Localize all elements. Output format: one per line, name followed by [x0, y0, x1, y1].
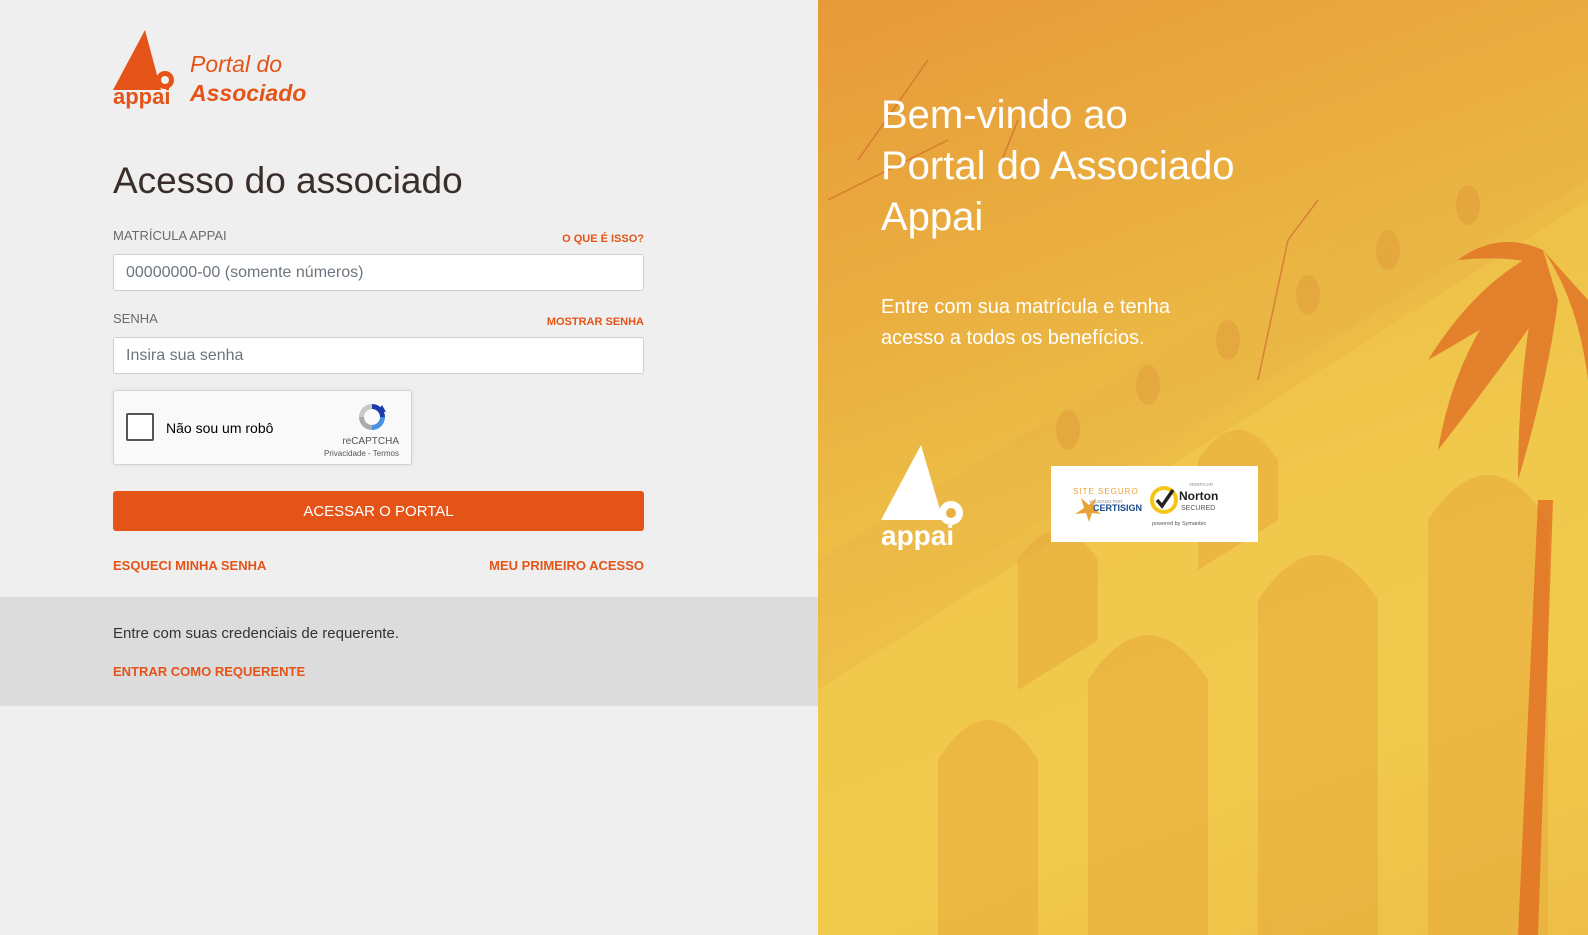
appai-triangle-icon: appai	[113, 30, 174, 109]
submit-button[interactable]: ACESSAR O PORTAL	[113, 491, 644, 531]
senha-label: SENHA	[113, 311, 158, 326]
seal-norton-top: VERIFICAR	[1189, 482, 1214, 487]
appai-logo-white: appai	[881, 445, 963, 550]
logo-line2: Associado	[190, 80, 307, 106]
recaptcha-checkbox[interactable]	[126, 413, 154, 441]
hero-title: Bem-vindo ao Portal do Associado Appai	[881, 90, 1235, 243]
seal-certisign-name: CERTISIGN	[1093, 503, 1142, 513]
logo-text: Portal do Associado	[190, 50, 306, 108]
seal-norton-sub: SECURED	[1181, 505, 1215, 512]
recaptcha-label: Não sou um robô	[166, 420, 274, 436]
matricula-help-link[interactable]: O QUE É ISSO?	[562, 233, 644, 245]
portal-logo[interactable]: appai Portal do Associado	[113, 30, 313, 110]
requerente-login-link[interactable]: ENTRAR COMO REQUERENTE	[113, 664, 305, 679]
recaptcha-widget: Não sou um robô reCAPTCHA Privacidade - …	[113, 390, 412, 465]
seal-norton-by: powered by Symantec	[1152, 521, 1207, 527]
page-title: Acesso do associado	[113, 160, 463, 201]
seal-norton-name: Norton	[1179, 489, 1218, 503]
password-input[interactable]	[113, 337, 644, 374]
matricula-input[interactable]	[113, 254, 644, 291]
hero-panel: Bem-vindo ao Portal do Associado Appai E…	[818, 0, 1588, 935]
hero-title-line3: Appai	[881, 195, 984, 239]
hero-title-line2: Portal do Associado	[881, 144, 1235, 188]
security-seals[interactable]: SITE SEGURO VALIDADO POR CERTISIGN VERIF…	[1051, 466, 1258, 542]
matricula-label: MATRÍCULA APPAI	[113, 228, 227, 243]
logo-white-word: appai	[881, 520, 954, 550]
recaptcha-brand: reCAPTCHA	[342, 436, 399, 447]
show-password-link[interactable]: MOSTRAR SENHA	[547, 316, 644, 328]
security-seals-image: SITE SEGURO VALIDADO POR CERTISIGN VERIF…	[1073, 482, 1218, 527]
requerente-section: Entre com suas credenciais de requerente…	[0, 597, 818, 706]
recaptcha-terms-link[interactable]: Privacidade - Termos	[324, 449, 399, 458]
login-panel: appai Portal do Associado Acesso do asso…	[0, 0, 818, 935]
hero-subtitle: Entre com sua matrícula e tenha acesso a…	[881, 296, 1171, 349]
logo-line1: Portal do	[190, 51, 283, 77]
hero-title-line1: Bem-vindo ao	[881, 93, 1128, 137]
requerente-text: Entre com suas credenciais de requerente…	[113, 625, 399, 642]
first-access-link[interactable]: MEU PRIMEIRO ACESSO	[489, 558, 644, 573]
recaptcha-icon	[359, 404, 386, 430]
forgot-password-link[interactable]: ESQUECI MINHA SENHA	[113, 558, 266, 573]
logo-word: appai	[113, 84, 170, 109]
seal-certisign-top: SITE SEGURO	[1073, 487, 1139, 496]
norton-check-icon	[1150, 486, 1178, 514]
